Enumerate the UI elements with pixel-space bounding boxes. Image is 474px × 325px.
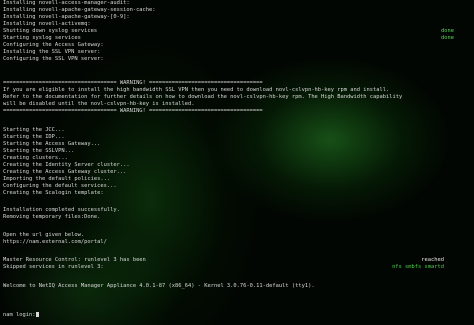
console-line: Installing novell-apache-gateway-[0-9]:: [3, 14, 130, 20]
console-line: Installing novell-activemq:: [3, 21, 91, 27]
console-line: Installation completed successfully.: [3, 207, 120, 213]
console-line: Starting syslog services: [3, 35, 81, 41]
console-line: Shutting down syslog services: [3, 28, 98, 34]
console-line: Starting the SSLVPN...: [3, 148, 75, 154]
console-line: Installing novell-apache-gateway-session…: [3, 7, 156, 13]
console-line: If you are eligible to install the high …: [3, 87, 390, 93]
console-line: Skipped services in runlevel 3:: [3, 264, 104, 270]
console-line: Configuring the default services...: [3, 183, 117, 189]
login-prompt[interactable]: nam login:: [3, 312, 40, 318]
console-line: Configuring the Access Gateway:: [3, 42, 104, 48]
console-line: Removing temporary files:Done.: [3, 214, 101, 220]
login-prompt-label: nam login:: [3, 312, 36, 318]
status-skipped-services: nfs smbfs smartd: [392, 264, 444, 270]
console-line: will be disabled until the novl-cslvpn-h…: [3, 101, 195, 107]
status-reached: reached: [421, 257, 444, 263]
console-line: Installing novell-access-manager-audit:: [3, 0, 130, 6]
status-done: done: [441, 35, 454, 41]
console-line: Starting the Access Gateway...: [3, 141, 101, 147]
console-line: Master Resource Control: runlevel 3 has …: [3, 257, 146, 263]
welcome-banner: Welcome to NetIQ Access Manager Applianc…: [3, 283, 315, 289]
console-line: Installing the SSL VPN server:: [3, 49, 101, 55]
console-line: Configuring the SSL VPN server:: [3, 56, 104, 62]
console-line: Open the url given below.: [3, 232, 85, 238]
warning-banner: =================================== WARN…: [3, 108, 263, 114]
text-cursor-icon: [36, 312, 40, 317]
console-line: Creating the Access Gateway cluster...: [3, 169, 127, 175]
portal-url: https://nam.external.com/portal/: [3, 239, 107, 245]
console-line: Creating the Identity Server cluster...: [3, 162, 130, 168]
console-line: Refer to the documentation for further d…: [3, 94, 403, 100]
console-line: Starting the JCC...: [3, 127, 65, 133]
status-done: done: [441, 28, 454, 34]
console-line: Creating the Scalogin template:: [3, 190, 104, 196]
console-line: Starting the IDP...: [3, 134, 65, 140]
console-line: Creating clusters...: [3, 155, 68, 161]
terminal-console: Installing novell-access-manager-audit: …: [0, 0, 474, 325]
console-line: Importing the default policies...: [3, 176, 111, 182]
warning-banner: =================================== WARN…: [3, 80, 263, 86]
